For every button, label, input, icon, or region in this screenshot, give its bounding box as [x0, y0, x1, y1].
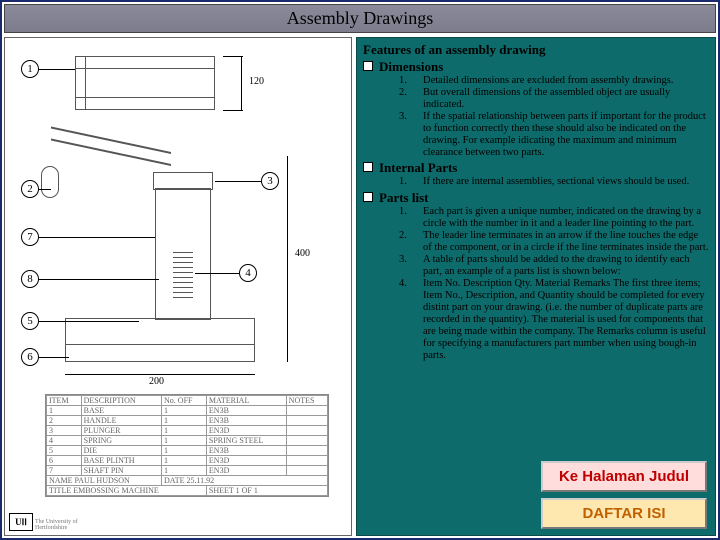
callout-8: 8: [21, 270, 39, 288]
features-heading: Features of an assembly drawing: [363, 42, 709, 58]
ke-halaman-judul-button[interactable]: Ke Halaman Judul: [541, 461, 707, 492]
content-area: 1 120 2: [2, 35, 718, 538]
bullet-icon: [363, 61, 373, 71]
section-parts-list: Parts list: [379, 190, 428, 206]
section-dimensions: Dimensions: [379, 59, 443, 75]
dim-400: 400: [295, 248, 310, 259]
section-internal-parts: Internal Parts: [379, 160, 457, 176]
callout-6: 6: [21, 348, 39, 366]
callout-7a: 7: [21, 228, 39, 246]
logo: UⅠⅠ: [9, 513, 33, 531]
dimensions-list: 1.Detailed dimensions are excluded from …: [399, 75, 709, 159]
dim-120: 120: [249, 76, 264, 87]
callout-2: 2: [21, 180, 39, 198]
bullet-icon: [363, 192, 373, 202]
univ-label: The University of Hertfordshire: [35, 519, 95, 531]
daftar-isi-button[interactable]: DAFTAR ISI: [541, 498, 707, 529]
dim-200: 200: [149, 376, 164, 387]
callout-1: 1: [21, 60, 39, 78]
callout-3: 3: [261, 172, 279, 190]
parts-table: ITEM DESCRIPTION No. OFF MATERIAL NOTES …: [45, 394, 329, 497]
partslist-list: 1.Each part is given a unique number, in…: [399, 206, 709, 363]
drawing-panel: 1 120 2: [4, 37, 352, 536]
callout-4: 4: [239, 264, 257, 282]
callout-5: 5: [21, 312, 39, 330]
text-panel: Features of an assembly drawing Dimensio…: [356, 37, 716, 536]
internal-list: 1.If there are internal assemblies, sect…: [399, 176, 709, 188]
page-title: Assembly Drawings: [4, 4, 716, 33]
bullet-icon: [363, 162, 373, 172]
assembly-drawing: 1 120 2: [5, 38, 351, 535]
